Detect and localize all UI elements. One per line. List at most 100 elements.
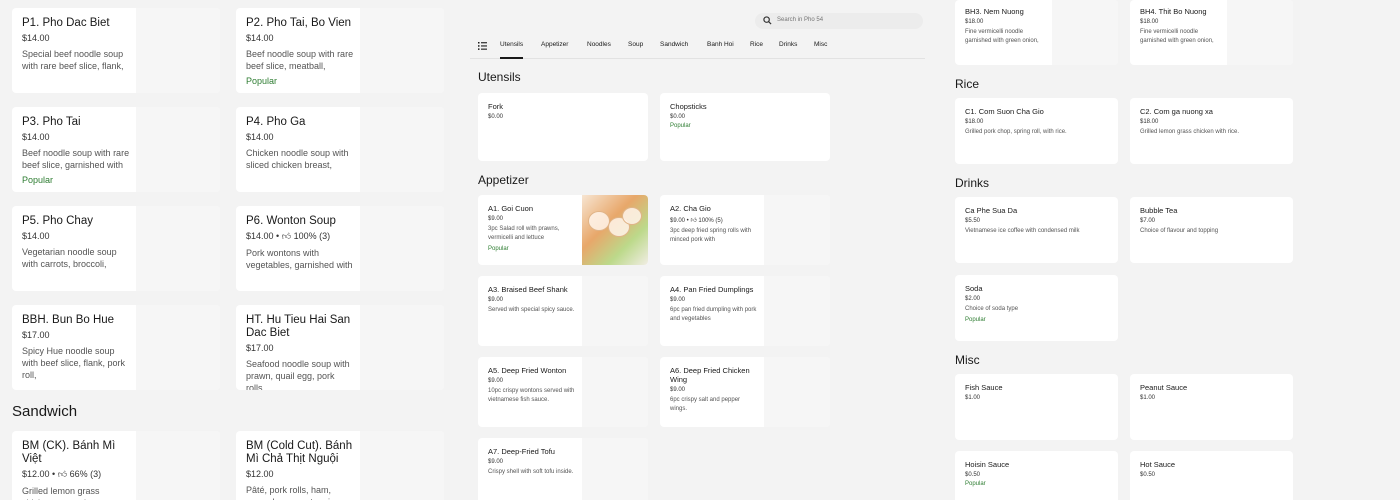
item-image-placeholder bbox=[136, 431, 220, 500]
item-price: $14.00 bbox=[22, 33, 50, 43]
section-title-sandwich: Sandwich bbox=[12, 403, 78, 420]
menu-item-card[interactable]: P5. Pho Chay $14.00 Vegetarian noodle so… bbox=[12, 206, 220, 291]
menu-item-card[interactable]: Ca Phe Sua Da $5.50 Vietnamese ice coffe… bbox=[955, 197, 1118, 263]
menu-item-card[interactable]: Hoisin Sauce $0.50 Popular bbox=[955, 451, 1118, 500]
tab-misc[interactable]: Misc bbox=[814, 41, 827, 48]
tab-drinks[interactable]: Drinks bbox=[779, 41, 797, 48]
menu-item-card[interactable]: Hot Sauce $0.50 bbox=[1130, 451, 1293, 500]
item-price: $0.50 bbox=[965, 472, 981, 478]
item-name: P6. Wonton Soup bbox=[246, 215, 336, 227]
item-description: 6pc pan fried dumpling with pork and veg… bbox=[670, 307, 757, 322]
item-price: $14.00 bbox=[246, 231, 274, 241]
menu-item-card[interactable]: Peanut Sauce $1.00 bbox=[1130, 374, 1293, 440]
menu-item-card[interactable]: BM (CK). Bánh Mì Việt $12.00 • 👍︎ 66% (3… bbox=[12, 431, 220, 500]
menu-item-card[interactable]: P3. Pho Tai $14.00 Beef noodle soup with… bbox=[12, 107, 220, 192]
item-name: C1. Com Suon Cha Gio bbox=[965, 107, 1044, 116]
tab-utensils[interactable]: Utensils bbox=[500, 41, 524, 59]
item-name: C2. Com ga nuong xa bbox=[1140, 107, 1213, 116]
item-description: Choice of flavour and topping bbox=[1140, 228, 1219, 234]
item-name: Soda bbox=[965, 284, 983, 293]
menu-item-card[interactable]: C1. Com Suon Cha Gio $18.00 Grilled pork… bbox=[955, 98, 1118, 164]
menu-item-card[interactable]: C2. Com ga nuong xa $18.00 Grilled lemon… bbox=[1130, 98, 1293, 164]
menu-item-card[interactable]: A4. Pan Fried Dumplings $9.00 6pc pan fr… bbox=[660, 276, 830, 346]
category-list-icon[interactable] bbox=[478, 42, 487, 50]
tab-noodles[interactable]: Noodles bbox=[587, 41, 611, 48]
menu-item-card[interactable]: BH4. Thit Bo Nuong $18.00 Fine vermicell… bbox=[1130, 0, 1293, 65]
item-price-rating: $9.00 • 👍︎ 100% (5) bbox=[670, 218, 723, 224]
item-image-placeholder bbox=[136, 206, 220, 291]
item-description: Served with special spicy sauce. bbox=[488, 307, 575, 313]
item-name: A2. Cha Gio bbox=[670, 204, 711, 213]
item-description: Pâté, pork rolls, ham, cucumber, carrot,… bbox=[246, 485, 340, 500]
thumbs-up-icon: 👍︎ bbox=[281, 231, 292, 241]
menu-item-card[interactable]: A2. Cha Gio $9.00 • 👍︎ 100% (5) 3pc deep… bbox=[660, 195, 830, 265]
item-price: $12.00 bbox=[22, 469, 50, 479]
item-description: Spicy Hue noodle soup with beef slice, f… bbox=[22, 346, 126, 380]
item-price: $1.00 bbox=[1140, 395, 1156, 401]
search-bar[interactable]: Search in Pho 54 bbox=[755, 13, 923, 29]
popular-badge: Popular bbox=[670, 123, 691, 129]
menu-item-card[interactable]: Fork $0.00 bbox=[478, 93, 648, 161]
item-name: A5. Deep Fried Wonton bbox=[488, 366, 567, 375]
tab-soup[interactable]: Soup bbox=[628, 41, 643, 48]
item-name: Chopsticks bbox=[670, 102, 707, 111]
menu-item-card[interactable]: HT. Hu Tieu Hai San Dac Biet $17.00 Seaf… bbox=[236, 305, 444, 390]
item-price-rating: $12.00 • 👍︎ 66% (3) bbox=[22, 469, 102, 479]
menu-item-card[interactable]: A3. Braised Beef Shank $9.00 Served with… bbox=[478, 276, 648, 346]
popular-badge: Popular bbox=[965, 481, 986, 487]
item-image-placeholder bbox=[360, 8, 444, 93]
item-name: Peanut Sauce bbox=[1140, 383, 1188, 392]
item-description: Grilled lemon grass chicken with rice. bbox=[1140, 129, 1240, 135]
item-price: $2.00 bbox=[965, 296, 981, 302]
item-image-placeholder bbox=[1052, 0, 1118, 65]
item-image-placeholder bbox=[360, 305, 444, 390]
menu-item-card[interactable]: A1. Goi Cuon $9.00 3pc Salad roll with p… bbox=[478, 195, 648, 265]
item-price-rating: $14.00 • 👍︎ 100% (3) bbox=[246, 231, 331, 241]
menu-item-card[interactable]: A7. Deep-Fried Tofu $9.00 Crispy shell w… bbox=[478, 438, 648, 500]
item-description: Beef noodle soup with rare beef slice, g… bbox=[22, 148, 130, 170]
popular-badge: Popular bbox=[488, 246, 509, 252]
menu-item-card[interactable]: Chopsticks $0.00 Popular bbox=[660, 93, 830, 161]
section-title-utensils: Utensils bbox=[478, 70, 521, 84]
menu-item-card[interactable]: P1. Pho Dac Biet $14.00 Special beef noo… bbox=[12, 8, 220, 93]
menu-item-card[interactable]: A6. Deep Fried Chicken Wing $9.00 6pc cr… bbox=[660, 357, 830, 427]
item-name: HT. Hu Tieu Hai San Dac Biet bbox=[246, 314, 351, 339]
section-title-drinks: Drinks bbox=[955, 176, 990, 190]
menu-item-card[interactable]: A5. Deep Fried Wonton $9.00 10pc crispy … bbox=[478, 357, 648, 427]
thumbs-up-icon: 👍︎ bbox=[690, 218, 697, 224]
menu-item-card[interactable]: P6. Wonton Soup $14.00 • 👍︎ 100% (3) Por… bbox=[236, 206, 444, 291]
tab-rice[interactable]: Rice bbox=[750, 41, 763, 48]
item-price: $17.00 bbox=[246, 343, 274, 353]
item-price: $17.00 bbox=[22, 330, 50, 340]
menu-item-card[interactable]: P2. Pho Tai, Bo Vien $14.00 Beef noodle … bbox=[236, 8, 444, 93]
item-name: P5. Pho Chay bbox=[22, 215, 93, 227]
item-description: Beef noodle soup with rare beef slice, m… bbox=[246, 49, 354, 71]
menu-item-card[interactable]: BM (Cold Cut). Bánh Mì Chả Thịt Nguội $1… bbox=[236, 431, 444, 500]
menu-item-card[interactable]: Soda $2.00 Choice of soda type Popular bbox=[955, 275, 1118, 341]
menu-item-card[interactable]: Bubble Tea $7.00 Choice of flavour and t… bbox=[1130, 197, 1293, 263]
tab-banh-hoi[interactable]: Banh Hoi bbox=[707, 41, 734, 48]
category-tabs: Utensils Appetizer Noodles Soup Sandwich… bbox=[470, 33, 925, 59]
item-description: Choice of soda type bbox=[965, 306, 1019, 312]
menu-item-card[interactable]: BH3. Nem Nuong $18.00 Fine vermicelli no… bbox=[955, 0, 1118, 65]
section-title-rice: Rice bbox=[955, 77, 980, 91]
menu-item-card[interactable]: Fish Sauce $1.00 bbox=[955, 374, 1118, 440]
item-image-placeholder bbox=[360, 431, 444, 500]
item-name: A3. Braised Beef Shank bbox=[488, 285, 568, 294]
menu-item-card[interactable]: BBH. Bun Bo Hue $17.00 Spicy Hue noodle … bbox=[12, 305, 220, 390]
item-price: $18.00 bbox=[965, 119, 984, 125]
item-name: A7. Deep-Fried Tofu bbox=[488, 447, 555, 456]
popular-badge: Popular bbox=[246, 76, 278, 86]
item-name: Ca Phe Sua Da bbox=[965, 206, 1018, 215]
item-price: $0.00 bbox=[488, 114, 504, 120]
item-image-placeholder bbox=[136, 107, 220, 192]
item-price: $1.00 bbox=[965, 395, 981, 401]
tab-appetizer[interactable]: Appetizer bbox=[541, 41, 568, 48]
tab-sandwich[interactable]: Sandwich bbox=[660, 41, 688, 48]
item-image-placeholder bbox=[582, 276, 648, 346]
item-image-placeholder bbox=[136, 305, 220, 390]
item-price: $14.00 bbox=[246, 132, 274, 142]
menu-column-right: BH3. Nem Nuong $18.00 Fine vermicelli no… bbox=[955, 0, 1400, 500]
goi-cuon-photo bbox=[582, 195, 648, 265]
menu-item-card[interactable]: P4. Pho Ga $14.00 Chicken noodle soup wi… bbox=[236, 107, 444, 192]
